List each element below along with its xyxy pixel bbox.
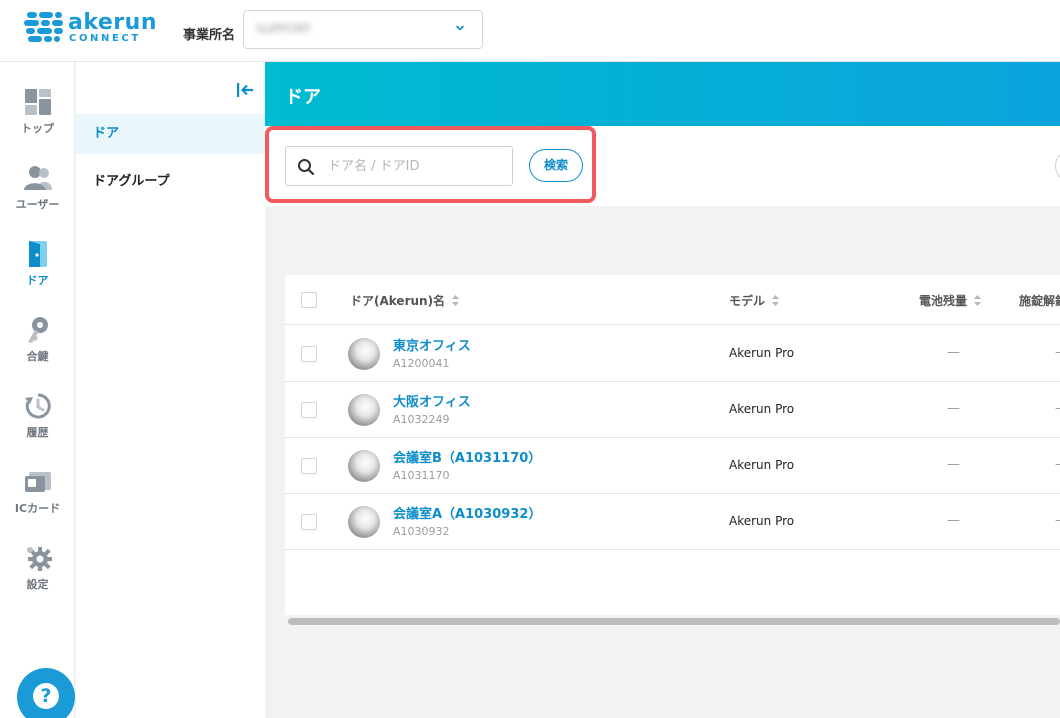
page-title: ドア — [285, 87, 321, 108]
column-header-lock-status[interactable]: 施錠解錠 — [1019, 292, 1060, 309]
akerun-logo[interactable]: akerun CONNECT — [24, 10, 156, 46]
office-select[interactable]: SUPPORT — [243, 10, 483, 49]
door-id: A1030932 — [393, 525, 450, 538]
nav-item-label: 設定 — [26, 578, 49, 591]
users-icon — [24, 166, 52, 190]
nav-item-label: ユーザー — [15, 198, 60, 211]
row-checkbox[interactable] — [301, 402, 317, 418]
office-select-value: SUPPORT — [256, 22, 312, 36]
horizontal-scrollbar[interactable] — [288, 618, 1060, 625]
akerun-device-avatar — [348, 506, 380, 538]
door-name-link[interactable]: 東京オフィス — [393, 335, 471, 354]
door-id: A1032249 — [393, 413, 450, 426]
nav-item-label: 履歴 — [26, 426, 49, 439]
select-all-checkbox[interactable] — [301, 292, 317, 308]
history-icon — [25, 393, 51, 419]
lock-status: — — [1055, 401, 1060, 416]
logo-mark-icon — [24, 12, 63, 42]
main-nav-rail: トップ ユーザー ドア 合鍵 履歴 ICカード 設定 ? — [0, 62, 75, 718]
column-header-battery[interactable]: 電池残量 — [919, 292, 982, 309]
ic-card-icon — [25, 472, 51, 492]
table-row[interactable]: 東京オフィス A1200041 Akerun Pro — — — [285, 326, 1060, 382]
collapse-sidebar-icon[interactable] — [236, 82, 254, 98]
nav-item-door[interactable]: ドア — [0, 240, 75, 312]
row-checkbox[interactable] — [301, 458, 317, 474]
table-row[interactable]: 大阪オフィス A1032249 Akerun Pro — — — [285, 382, 1060, 438]
door-model: Akerun Pro — [729, 458, 795, 472]
table-row[interactable]: 会議室B（A1031170） A1031170 Akerun Pro — — — [285, 438, 1060, 494]
row-checkbox[interactable] — [301, 346, 317, 362]
nav-item-top[interactable]: トップ — [0, 88, 75, 160]
lock-status: — — [1055, 457, 1060, 472]
subnav-item-door-groups[interactable]: ドアグループ — [76, 162, 265, 202]
search-highlight-box — [265, 126, 596, 203]
office-label: 事業所名 — [183, 28, 236, 43]
nav-item-label: 合鍵 — [26, 350, 49, 363]
battery-level: — — [947, 457, 960, 472]
battery-level: — — [947, 401, 960, 416]
brand-name: akerun — [68, 10, 157, 35]
column-label: ドア(Akerun)名 — [350, 294, 446, 308]
nav-item-ic-card[interactable]: ICカード — [0, 468, 75, 540]
table-header: ドア(Akerun)名 モデル 電池残量 施錠解錠 — [285, 275, 1060, 325]
table-row[interactable]: 会議室A（A1030932） A1030932 Akerun Pro — — — [285, 494, 1060, 550]
column-header-door-name[interactable]: ドア(Akerun)名 — [350, 292, 460, 309]
brand-subname: CONNECT — [69, 33, 141, 44]
nav-item-label: ドア — [26, 274, 49, 287]
sub-nav: ドア ドアグループ — [76, 62, 265, 718]
lock-status: — — [1055, 513, 1060, 528]
battery-level: — — [947, 513, 960, 528]
gear-icon — [27, 547, 52, 571]
subnav-item-doors[interactable]: ドア — [76, 114, 265, 154]
nav-item-settings[interactable]: 設定 — [0, 544, 75, 616]
door-name-link[interactable]: 会議室A（A1030932） — [393, 503, 541, 522]
door-id: A1031170 — [393, 469, 450, 482]
door-model: Akerun Pro — [729, 346, 795, 360]
door-table: ドア(Akerun)名 モデル 電池残量 施錠解錠 東京オフィス A120004… — [285, 275, 1060, 615]
column-header-model[interactable]: モデル — [729, 292, 780, 309]
chevron-down-icon — [456, 25, 464, 31]
door-icon — [29, 241, 47, 267]
akerun-device-avatar — [348, 450, 380, 482]
page-header: ドア — [265, 62, 1060, 126]
sort-icon — [974, 295, 982, 306]
nav-item-users[interactable]: ユーザー — [0, 164, 75, 236]
door-name-link[interactable]: 会議室B（A1031170） — [393, 447, 541, 466]
door-id: A1200041 — [393, 357, 450, 370]
top-bar: akerun CONNECT 事業所名 SUPPORT — [0, 0, 1060, 62]
dashboard-icon — [25, 89, 51, 115]
row-checkbox[interactable] — [301, 514, 317, 530]
nav-item-label: ICカード — [14, 502, 61, 515]
help-button[interactable]: ? — [17, 668, 75, 718]
door-model: Akerun Pro — [729, 402, 795, 416]
column-label: モデル — [729, 294, 766, 308]
sort-icon — [452, 295, 460, 306]
lock-status: — — [1055, 345, 1060, 360]
key-icon — [28, 317, 48, 343]
sort-icon — [772, 295, 780, 306]
door-model: Akerun Pro — [729, 514, 795, 528]
akerun-device-avatar — [348, 338, 380, 370]
column-label: 電池残量 — [919, 294, 968, 308]
nav-item-keys[interactable]: 合鍵 — [0, 316, 75, 388]
nav-item-history[interactable]: 履歴 — [0, 392, 75, 464]
battery-level: — — [947, 345, 960, 360]
akerun-device-avatar — [348, 394, 380, 426]
door-name-link[interactable]: 大阪オフィス — [393, 391, 471, 410]
nav-item-label: トップ — [21, 122, 54, 135]
help-icon: ? — [33, 683, 59, 709]
